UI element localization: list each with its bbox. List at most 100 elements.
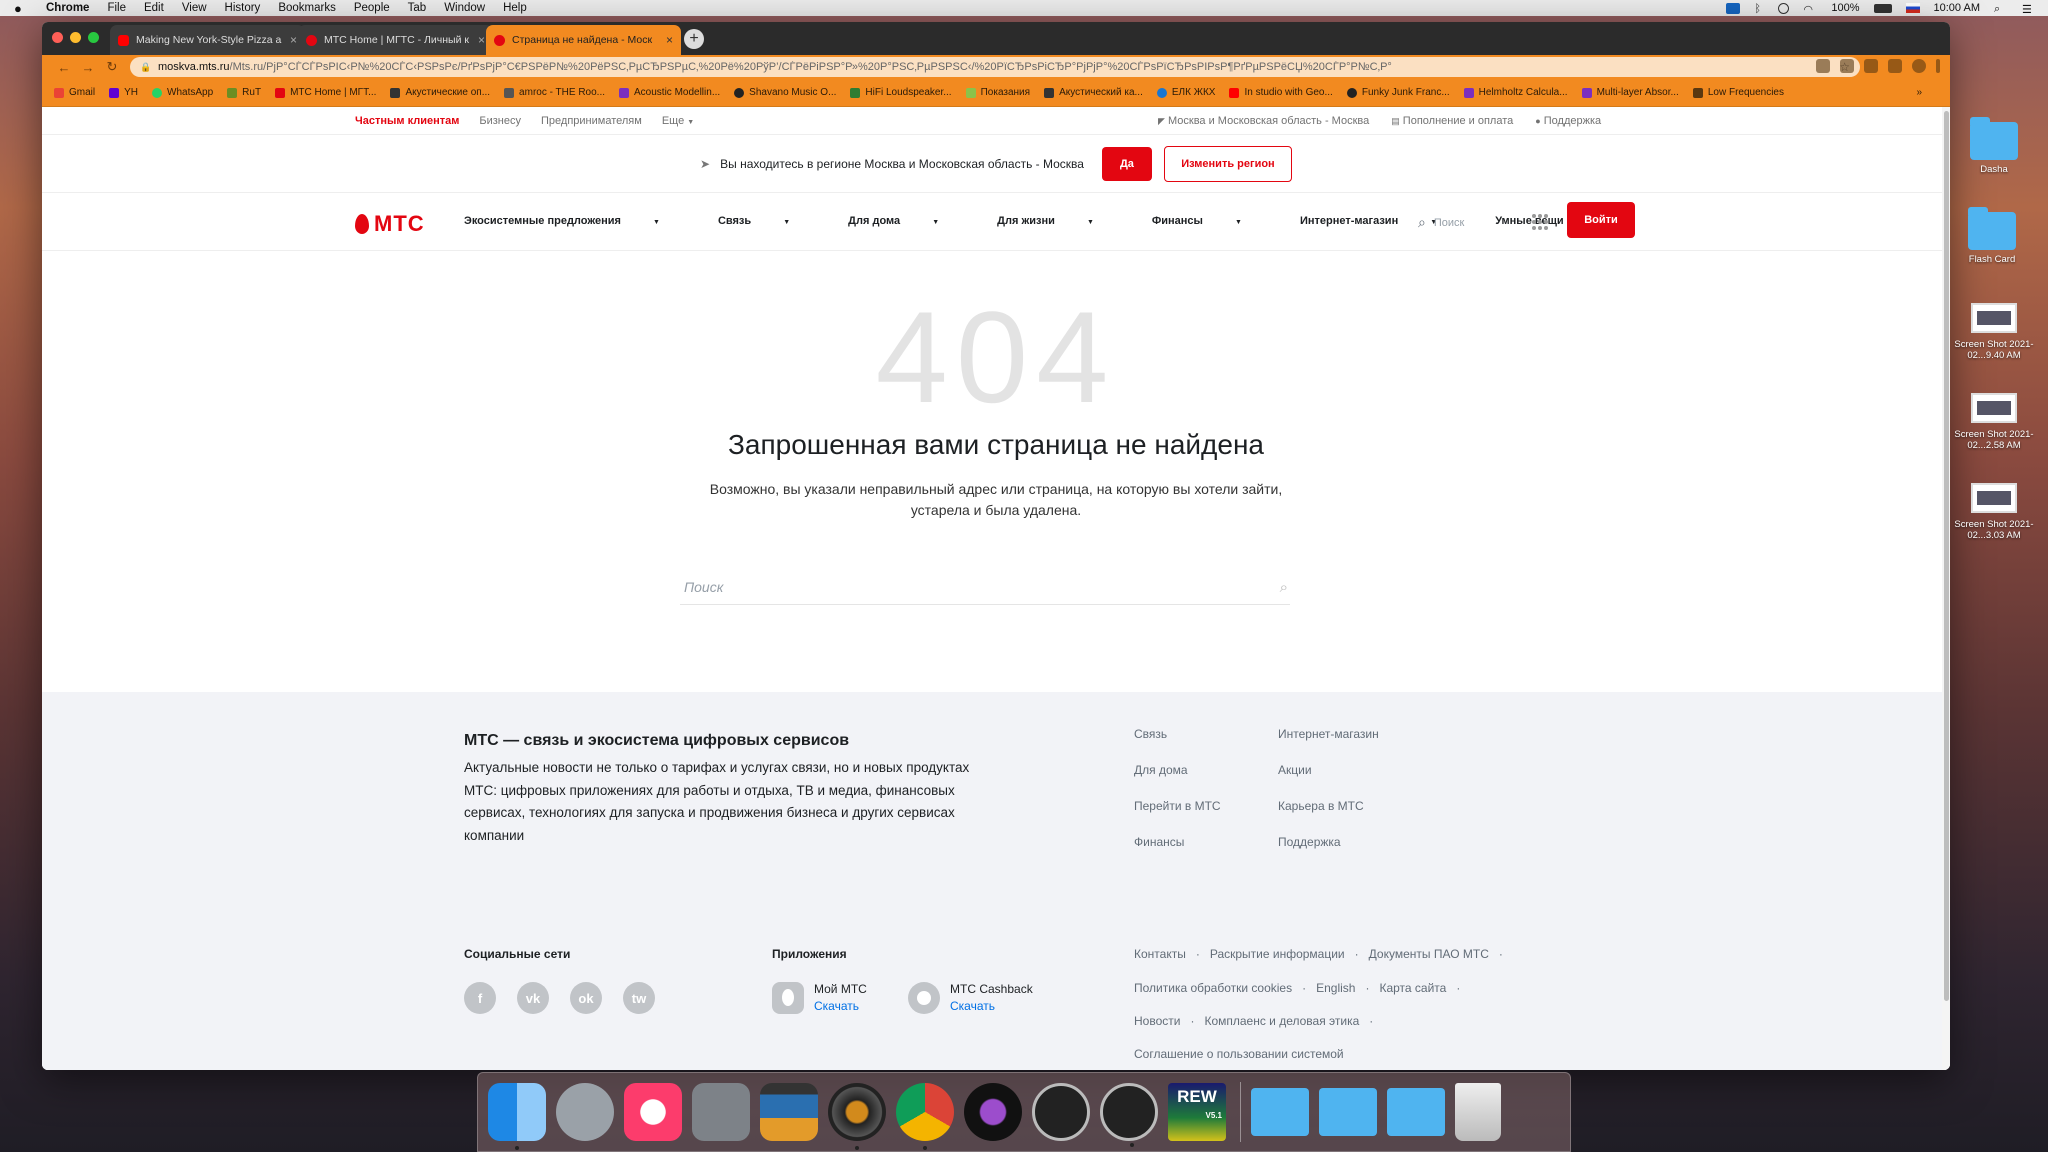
app-download-link[interactable]: Скачать <box>814 999 867 1013</box>
new-tab-button[interactable]: + <box>684 29 704 49</box>
bookmark-item[interactable]: Акустический ка... <box>1044 87 1143 98</box>
footer-link[interactable]: Для дома <box>1134 763 1221 799</box>
menu-people[interactable]: People <box>354 2 390 14</box>
login-button[interactable]: Войти <box>1567 202 1635 238</box>
desktop-folder-dasha[interactable]: Dasha <box>1954 117 2034 175</box>
rew-icon[interactable]: REW V5.1 <box>1168 1083 1226 1141</box>
timemachine-icon[interactable] <box>1778 2 1790 14</box>
battery-icon[interactable] <box>1873 3 1892 13</box>
tab-mts-home[interactable]: МТС Home | МГТС - Личный к × <box>298 25 493 55</box>
tab-not-found[interactable]: Страница не найдена - Моск × <box>486 25 681 55</box>
uad-console-icon[interactable] <box>1100 1083 1158 1147</box>
more-menu-icon[interactable] <box>1936 59 1940 73</box>
bookmark-item[interactable]: Акустические оп... <box>390 87 490 98</box>
legal-link[interactable]: Карта сайта <box>1379 981 1446 995</box>
bookmark-item[interactable]: ЕЛК ЖКХ <box>1156 87 1215 98</box>
desktop-folder-flash-card[interactable]: Flash Card <box>1952 207 2032 265</box>
menu-file[interactable]: File <box>107 2 126 14</box>
forward-icon[interactable]: → <box>76 60 100 75</box>
pro-tools-icon[interactable] <box>964 1083 1022 1141</box>
reload-icon[interactable]: ↻ <box>100 59 124 75</box>
dropbox-icon[interactable] <box>1726 2 1741 14</box>
twitter-icon[interactable]: tw <box>623 982 655 1014</box>
bookmark-item[interactable]: Low Frequencies <box>1692 87 1784 98</box>
puzzle-icon[interactable] <box>1864 59 1878 73</box>
tab-youtube-pizza[interactable]: Making New York-Style Pizza a × <box>110 25 305 55</box>
app-download-link[interactable]: Скачать <box>950 999 1033 1013</box>
menu-edit[interactable]: Edit <box>144 2 164 14</box>
zoom-window-button[interactable] <box>88 32 99 43</box>
desktop-screenshot[interactable]: Screen Shot 2021-02...9.40 AM <box>1954 303 2034 361</box>
menu-help[interactable]: Help <box>503 2 527 14</box>
menu-tab[interactable]: Tab <box>408 2 427 14</box>
legal-link[interactable]: English <box>1316 981 1355 995</box>
mts-logo[interactable]: МТС <box>355 211 425 237</box>
extension-icon[interactable] <box>1816 59 1830 73</box>
wifi-icon[interactable]: ◠ <box>1803 3 1817 16</box>
apple-menu-icon[interactable]: ● <box>14 1 28 16</box>
screen-sharing-icon[interactable] <box>760 1083 818 1141</box>
extension-icon[interactable] <box>1840 59 1854 73</box>
support-link[interactable]: ● Поддержка <box>1535 115 1601 127</box>
back-icon[interactable]: ← <box>52 60 76 75</box>
bookmark-item[interactable]: RuT <box>227 87 261 98</box>
bookmark-item[interactable]: Показания <box>965 87 1030 98</box>
close-tab-icon[interactable]: × <box>478 33 485 47</box>
legal-link[interactable]: Соглашение о пользовании системой <box>1134 1047 1344 1061</box>
payment-link[interactable]: ▤ Пополнение и оплата <box>1391 115 1513 127</box>
bookmark-item[interactable]: In studio with Geo... <box>1229 87 1333 98</box>
desktop-screenshot[interactable]: Screen Shot 2021-02...3.03 AM <box>1954 483 2034 541</box>
legal-link[interactable]: Раскрытие информации <box>1210 947 1345 961</box>
downloads-folder-icon[interactable] <box>1387 1088 1445 1136</box>
menu-view[interactable]: View <box>182 2 207 14</box>
input-flag-icon[interactable] <box>1905 3 1920 13</box>
reading-list-icon[interactable] <box>1888 59 1902 73</box>
menu-communication[interactable]: Связь ▼ <box>718 215 819 227</box>
bookmarks-more-button[interactable]: » <box>1916 87 1922 98</box>
system-preferences-icon[interactable] <box>692 1083 750 1141</box>
menu-window[interactable]: Window <box>444 2 485 14</box>
bookmark-item[interactable]: HiFi Loudspeaker... <box>850 87 952 98</box>
odnoklassniki-icon[interactable]: ok <box>570 982 602 1014</box>
clock[interactable]: 10:00 AM <box>1934 2 1980 14</box>
nav-entrepreneurs[interactable]: Предпринимателям <box>541 115 642 127</box>
search-icon[interactable]: ⌕ <box>1280 579 1288 596</box>
close-tab-icon[interactable]: × <box>290 33 297 47</box>
bluetooth-icon[interactable]: ᛒ <box>1754 3 1764 15</box>
confirm-region-button[interactable]: Да <box>1101 146 1152 181</box>
my-mts-app-icon[interactable] <box>772 982 804 1014</box>
close-window-button[interactable] <box>52 32 63 43</box>
apps-grid-icon[interactable] <box>1532 214 1548 230</box>
region-link[interactable]: ◤ Москва и Московская область - Москва <box>1158 115 1369 127</box>
menu-ecosystem[interactable]: Экосистемные предложения ▼ <box>464 215 689 227</box>
profile-avatar[interactable] <box>1912 59 1926 73</box>
change-region-button[interactable]: Изменить регион <box>1163 145 1292 182</box>
legal-link[interactable]: Новости <box>1134 1014 1180 1028</box>
cashback-app-icon[interactable] <box>908 982 940 1014</box>
bookmark-item[interactable]: Helmholtz Calcula... <box>1463 87 1568 98</box>
footer-link[interactable]: Интернет-магазин <box>1278 727 1379 763</box>
bookmark-item[interactable]: Multi-layer Absor... <box>1581 87 1679 98</box>
menu-home[interactable]: Для дома ▼ <box>848 215 968 227</box>
close-tab-icon[interactable]: × <box>666 33 673 47</box>
header-search[interactable]: ⌕ Поиск <box>1418 214 1464 231</box>
footer-link[interactable]: Связь <box>1134 727 1221 763</box>
footer-link[interactable]: Финансы <box>1134 835 1221 871</box>
documents-folder-icon[interactable] <box>1319 1088 1377 1136</box>
chrome-icon[interactable] <box>896 1083 954 1150</box>
footer-link[interactable]: Перейти в МТС <box>1134 799 1221 835</box>
notification-center-icon[interactable]: ☰ <box>2022 3 2036 16</box>
bookmark-item[interactable]: WhatsApp <box>152 87 213 98</box>
page-search-input[interactable]: Поиск ⌕ <box>680 577 1290 605</box>
desktop-screenshot[interactable]: Screen Shot 2021-02...2.58 AM <box>1954 393 2034 451</box>
legal-link[interactable]: Комплаенс и деловая этика <box>1204 1014 1359 1028</box>
bookmark-item[interactable]: Gmail <box>54 87 95 98</box>
bookmark-item[interactable]: YH <box>109 87 138 98</box>
footer-link[interactable]: Карьера в МТС <box>1278 799 1379 835</box>
address-bar[interactable]: 🔒 moskva.mts.ru /Mts.ru/РјР°СЃСЃРѕРІС‹Р№… <box>130 57 1860 77</box>
trash-icon[interactable] <box>1455 1083 1501 1141</box>
menu-finance[interactable]: Финансы ▼ <box>1152 215 1271 227</box>
spotlight-icon[interactable]: ⌕ <box>1994 3 2008 15</box>
menu-app-chrome[interactable]: Chrome <box>46 2 89 14</box>
scrollbar-thumb[interactable] <box>1944 111 1949 1001</box>
